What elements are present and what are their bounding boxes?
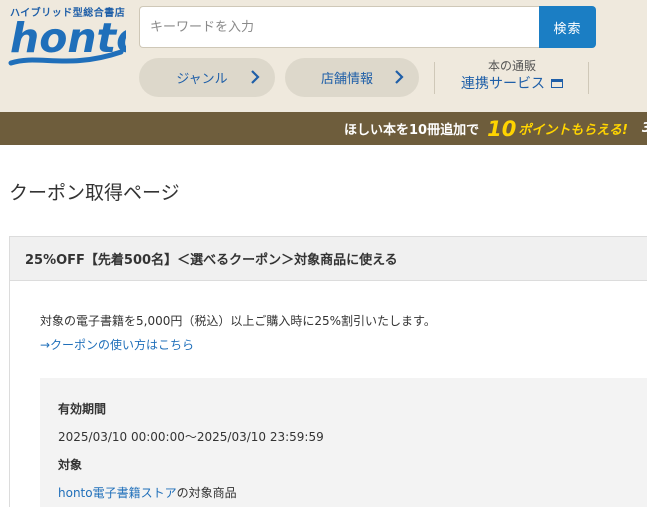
honto-logo[interactable]: honto [8, 16, 126, 72]
page-title: クーポン取得ページ [9, 182, 180, 204]
nav-genre-label: ジャンル [176, 72, 228, 87]
promo-banner[interactable]: ほしい本を10冊追加で 10 ポイントもらえる! 3/ [0, 112, 647, 145]
nav-divider [434, 62, 435, 94]
period-label: 有効期間 [58, 402, 107, 416]
site-header: ハイブリッド型総合書店 honto 検索 ジャンル 店舗情報 本の通販 連携サー… [0, 0, 647, 112]
nav-divider [588, 62, 589, 94]
coupon-card: 25%OFF【先着500名】＜選べるクーポン＞対象商品に使える 対象の電子書籍を… [9, 236, 647, 507]
coupon-details: 有効期間 2025/03/10 00:00:00～2025/03/10 23:5… [40, 378, 647, 507]
banner-suffix: ポイントもらえる! [518, 123, 628, 138]
service-caption: 本の通販 [487, 59, 536, 73]
banner-number: 10 [487, 116, 517, 141]
nav-store-info-button[interactable]: 店舗情報 [285, 58, 419, 97]
linked-service-link[interactable]: 本の通販 連携サービス [446, 58, 578, 94]
coupon-description: 対象の電子書籍を5,000円（税込）以上ご購入時に25%割引いたします。 [40, 314, 436, 328]
service-label: 連携サービス [461, 76, 545, 92]
banner-prefix: ほしい本を10冊追加で [344, 123, 480, 138]
search-input[interactable] [139, 6, 539, 48]
search-button[interactable]: 検索 [539, 6, 596, 48]
chevron-right-icon [251, 70, 260, 84]
target-value: honto電子書籍ストアの対象商品 [58, 484, 237, 501]
nav-store-info-label: 店舗情報 [320, 72, 373, 87]
nav-genre-button[interactable]: ジャンル [139, 58, 275, 97]
period-value: 2025/03/10 00:00:00～2025/03/10 23:59:59 [58, 430, 324, 444]
target-suffix: の対象商品 [176, 486, 237, 500]
target-label: 対象 [58, 458, 83, 472]
ebook-store-link[interactable]: honto電子書籍ストア [58, 486, 177, 500]
coupon-howto-link[interactable]: →クーポンの使い方はこちら [40, 336, 194, 353]
window-icon [551, 78, 563, 88]
banner-date: 3/ [642, 121, 647, 136]
chevron-right-icon [395, 70, 404, 84]
coupon-heading: 25%OFF【先着500名】＜選べるクーポン＞対象商品に使える [10, 237, 647, 281]
